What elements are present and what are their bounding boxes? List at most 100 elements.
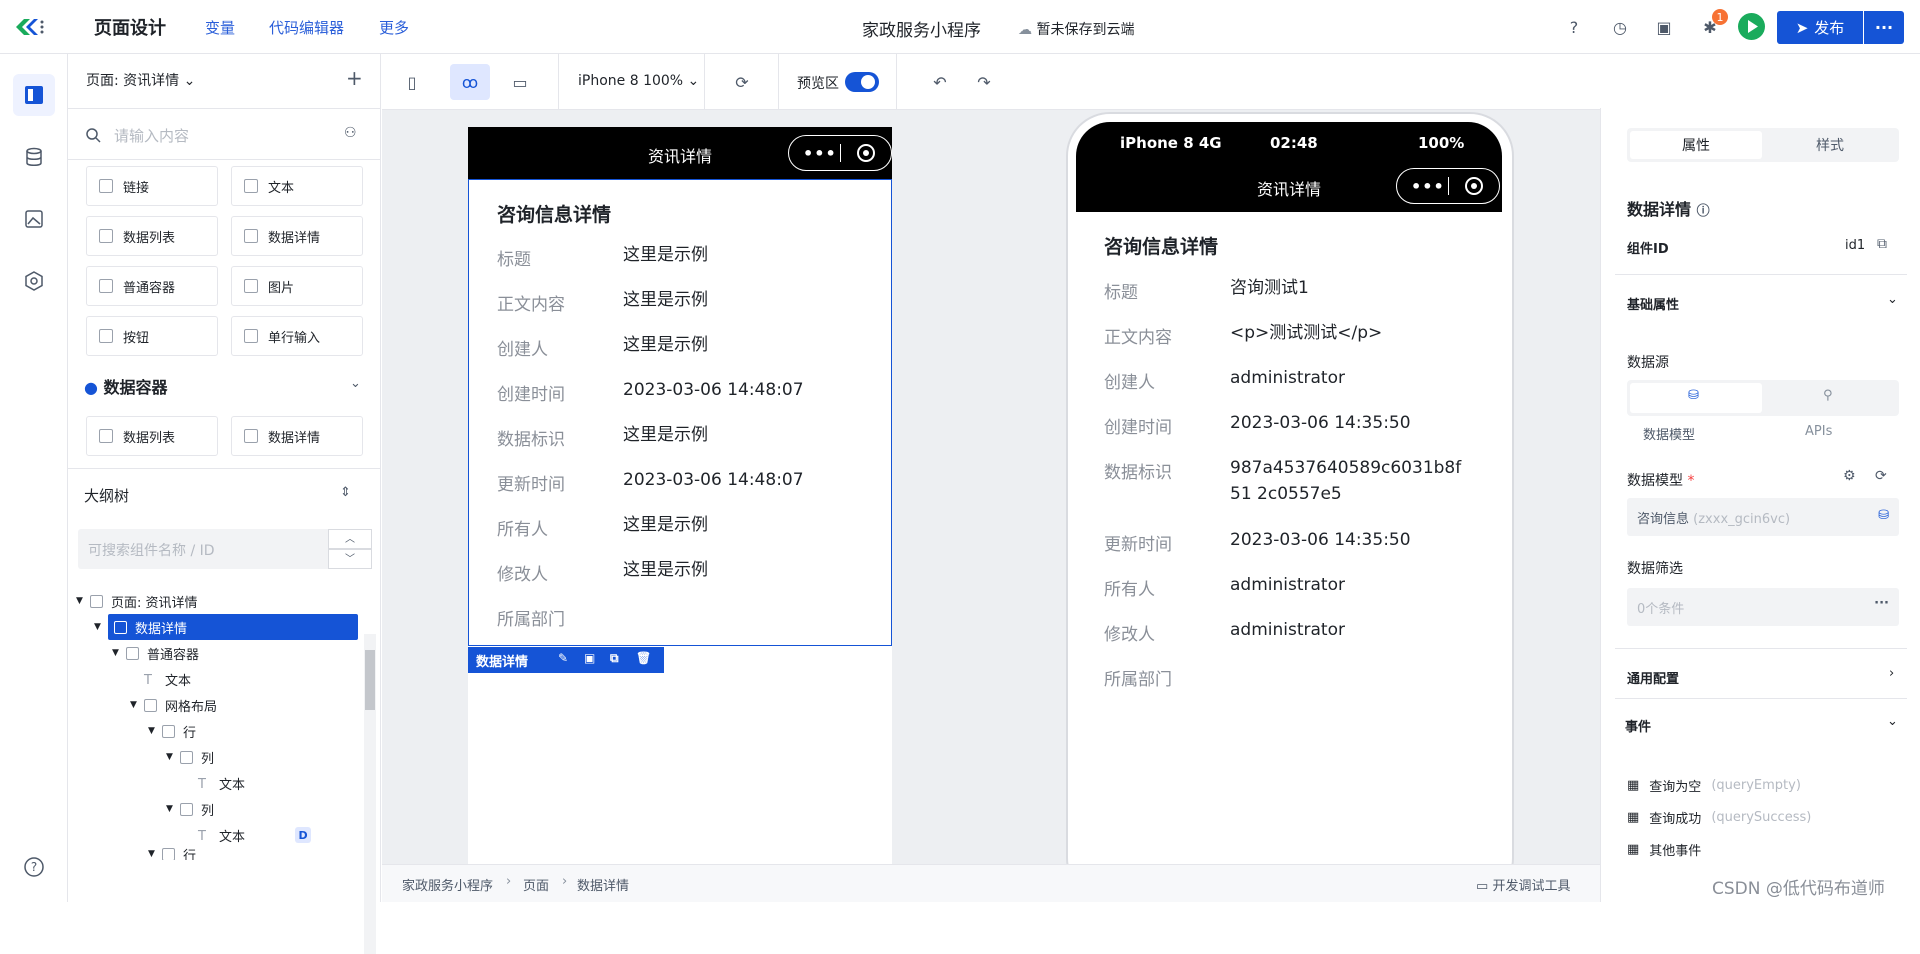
tree-node-container[interactable]: ▼ 普通容器 xyxy=(112,640,199,666)
tree-node-page[interactable]: ▼ 页面: 资讯详情 xyxy=(76,588,198,614)
chevron-down-icon[interactable]: ⌄ xyxy=(350,376,361,391)
data-container-section[interactable]: ● 数据容器 xyxy=(84,374,168,398)
breadcrumb-item[interactable]: 数据详情 xyxy=(577,875,629,894)
data-detail-component[interactable]: 咨询信息详情 标题 这里是示例 正文内容 这里是示例 创建人 这里是示例 创建时… xyxy=(468,179,892,646)
refresh-icon[interactable]: ⟳ xyxy=(1875,468,1887,484)
component-search[interactable]: 请输入内容 ⚇ xyxy=(68,108,381,160)
datasource-model-option[interactable]: ⛁ xyxy=(1630,383,1762,413)
tree-next-button[interactable]: ﹀ xyxy=(328,549,372,569)
tree-node-data-detail[interactable]: ▼ 数据详情 xyxy=(94,614,358,640)
tab-properties[interactable]: 属性 xyxy=(1630,131,1762,159)
device-label: iPhone 8 100% xyxy=(578,73,684,89)
scrollbar-thumb[interactable] xyxy=(365,650,375,710)
copy-icon[interactable]: ⧉ xyxy=(610,651,619,666)
chevron-down-icon[interactable]: ⌄ xyxy=(1887,292,1898,307)
menu-code-editor[interactable]: 代码编辑器 xyxy=(269,17,344,38)
chevron-down-icon[interactable]: ⌄ xyxy=(1887,714,1898,729)
component-data-detail[interactable]: 数据详情 xyxy=(231,416,363,456)
info-icon[interactable]: ⓘ xyxy=(1697,204,1710,219)
component-input[interactable]: 单行输入 xyxy=(231,316,363,356)
chevron-down-icon: ⌄ xyxy=(183,73,196,89)
filter-field[interactable]: 0个条件 ··· xyxy=(1627,588,1899,626)
tree-node-column[interactable]: ▼ 列 xyxy=(166,744,214,770)
tab-styles[interactable]: 样式 xyxy=(1764,131,1896,159)
selection-toolbar: 数据详情 ✎ ▣ ⧉ 🗑 xyxy=(468,647,664,673)
pages-icon[interactable] xyxy=(13,74,55,116)
component-label: 单行输入 xyxy=(268,330,321,346)
image-icon[interactable] xyxy=(13,198,55,240)
database-icon[interactable] xyxy=(13,136,55,178)
general-section[interactable]: 通用配置 xyxy=(1627,668,1679,687)
history-icon[interactable]: ◷ xyxy=(1608,15,1632,39)
component-button[interactable]: 按钮 xyxy=(86,316,218,356)
copy-icon[interactable]: ⧉ xyxy=(1877,236,1887,252)
menu-page-design[interactable]: 页面设计 xyxy=(94,14,166,40)
tree-node-column[interactable]: ▼ 列 xyxy=(166,796,214,822)
tree-node-grid[interactable]: ▼ 网格布局 xyxy=(130,692,217,718)
save-icon[interactable]: ▣ xyxy=(1652,15,1676,39)
save-icon[interactable]: ▣ xyxy=(584,651,595,665)
close-circle-icon xyxy=(857,144,875,162)
section-title: 数据容器 xyxy=(103,378,168,397)
undo-icon[interactable]: ↶ xyxy=(920,64,960,100)
breadcrumb-item[interactable]: 家政服务小程序 xyxy=(402,875,493,894)
tree-scrollbar[interactable] xyxy=(364,634,376,954)
plugin-icon[interactable] xyxy=(13,260,55,302)
settings-icon[interactable]: ⚙ xyxy=(1843,468,1856,484)
event-query-empty[interactable]: ▦ 查询为空 (queryEmpty) xyxy=(1627,776,1801,795)
desktop-view-icon[interactable]: ▭ xyxy=(500,64,540,100)
tree-node-text[interactable]: T 文本 xyxy=(198,770,245,796)
image-icon xyxy=(244,279,258,293)
mobile-view-icon[interactable]: ▯ xyxy=(392,64,432,100)
more-dots-icon[interactable]: ··· xyxy=(1874,596,1889,611)
tree-node-text[interactable]: T 文本 xyxy=(144,666,191,692)
chevron-right-icon[interactable]: › xyxy=(1889,666,1894,681)
add-page-button[interactable]: + xyxy=(346,66,363,90)
events-section[interactable]: 事件 xyxy=(1625,716,1651,735)
api-option[interactable]: ⚲ xyxy=(1823,388,1833,403)
tree-prev-button[interactable]: ︿ xyxy=(328,529,372,549)
basic-section[interactable]: 基础属性 xyxy=(1627,294,1679,313)
component-data-list[interactable]: 数据列表 xyxy=(86,216,218,256)
detail-label: 正文内容 xyxy=(1104,328,1172,348)
component-label: 数据列表 xyxy=(123,230,176,246)
component-image[interactable]: 图片 xyxy=(231,266,363,306)
miniprogram-view-icon[interactable]: ꝏ xyxy=(450,64,490,100)
preview-toggle[interactable] xyxy=(845,72,879,92)
tree-search-input[interactable]: 可搜索组件名称 / ID xyxy=(78,529,331,569)
expand-collapse-icon[interactable]: ⇕ xyxy=(340,485,351,500)
capsule-menu[interactable]: ••• xyxy=(1396,168,1500,204)
component-data-list[interactable]: 数据列表 xyxy=(86,416,218,456)
help-icon[interactable]: ? xyxy=(1562,15,1586,39)
device-select[interactable]: iPhone 8 100% ⌄ xyxy=(578,73,699,89)
help-circle-icon[interactable]: ? xyxy=(13,846,55,888)
component-label: 普通容器 xyxy=(123,280,176,296)
component-data-detail[interactable]: 数据详情 xyxy=(231,216,363,256)
grid-icon xyxy=(144,698,157,712)
publish-button[interactable]: ➤ 发布 xyxy=(1777,11,1863,44)
component-text[interactable]: 文本 xyxy=(231,166,363,206)
page-select[interactable]: 页面: 资讯详情 ⌄ xyxy=(86,70,195,90)
component-link[interactable]: 链接 xyxy=(86,166,218,206)
left-icon-bar: ? xyxy=(0,54,68,902)
delete-icon[interactable]: 🗑 xyxy=(636,651,651,665)
event-query-success[interactable]: ▦ 查询成功 (querySuccess) xyxy=(1627,808,1811,827)
tree-node-row[interactable]: ▼ 行 xyxy=(148,718,196,744)
tree-node-text[interactable]: T 文本 D xyxy=(198,822,312,848)
menu-more[interactable]: 更多 xyxy=(379,17,409,38)
component-container[interactable]: 普通容器 xyxy=(86,266,218,306)
redo-icon[interactable]: ↷ xyxy=(964,64,1004,100)
breadcrumb-item[interactable]: 页面 xyxy=(523,875,549,894)
event-other[interactable]: ▦ 其他事件 xyxy=(1627,840,1701,859)
capsule-menu[interactable]: ••• xyxy=(788,135,892,171)
model-select[interactable]: 咨询信息 (zxxx_gcin6vc) ⛁ xyxy=(1627,498,1899,536)
run-button[interactable] xyxy=(1738,13,1765,40)
devtools-button[interactable]: ▭ 开发调试工具 xyxy=(1476,875,1570,894)
refresh-icon[interactable]: ⟳ xyxy=(722,64,762,100)
tree-node-row[interactable]: ▼ 行 xyxy=(148,848,196,860)
component-manage-icon[interactable]: ⚇ xyxy=(344,125,357,141)
publish-more-button[interactable]: ··· xyxy=(1864,11,1904,44)
edit-icon[interactable]: ✎ xyxy=(558,651,568,665)
menu-variables[interactable]: 变量 xyxy=(205,17,235,38)
caret-down-icon: ▼ xyxy=(148,726,155,736)
